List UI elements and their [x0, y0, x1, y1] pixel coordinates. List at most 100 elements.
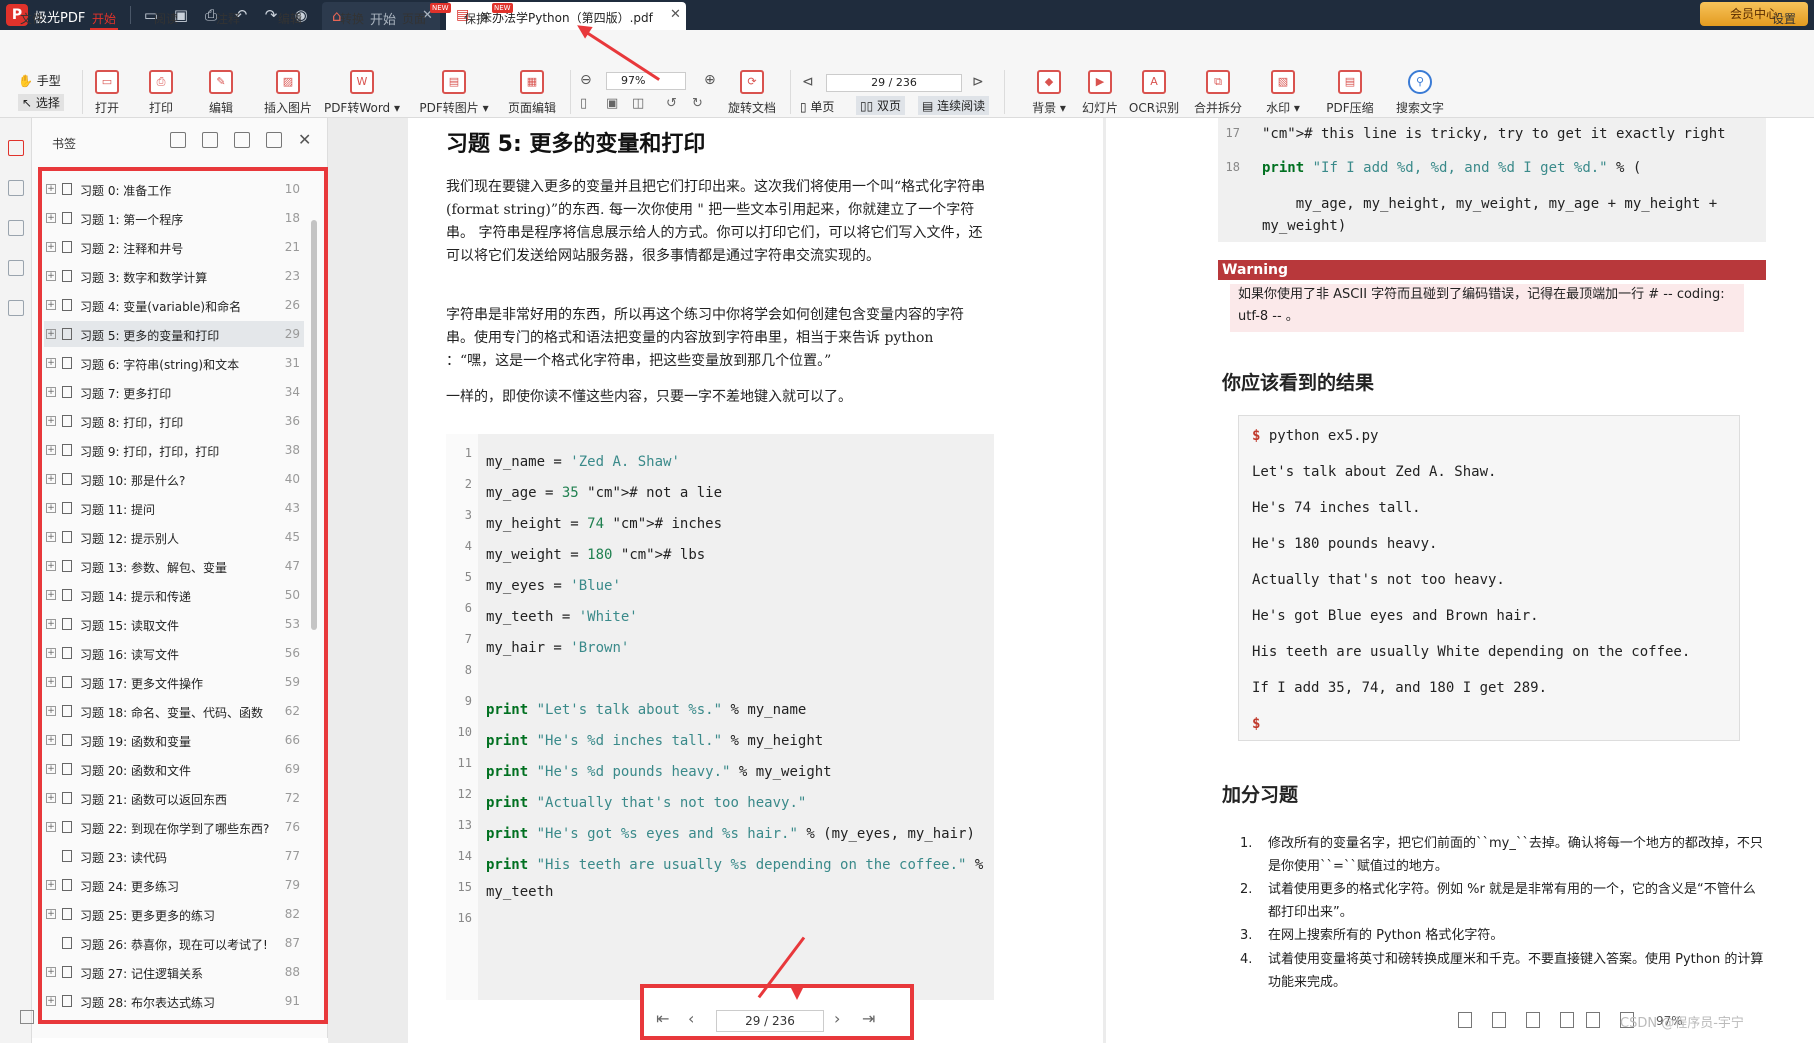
expand-icon[interactable]: + [46, 503, 56, 513]
zoom-out-icon[interactable]: ⊖ [580, 72, 592, 88]
single-page-view-icon[interactable] [1458, 1012, 1472, 1028]
zoom-input[interactable]: 97% [606, 72, 686, 90]
expand-icon[interactable]: + [46, 213, 56, 223]
thumbnail-panel-icon[interactable] [8, 180, 24, 196]
merge-split-button[interactable]: ⧉ 合并拆分 [1192, 70, 1244, 116]
select-tool-button[interactable]: ↖ 选择 [18, 94, 64, 111]
menu-start[interactable]: 开始 [92, 10, 116, 27]
single-page-button[interactable]: ▯ 单页 [800, 98, 834, 115]
expand-icon[interactable]: + [46, 387, 56, 397]
add-bookmark-icon[interactable] [234, 132, 250, 148]
bookmark-item[interactable]: + 习题 4: 变量(variable)和命名 26 [44, 292, 304, 318]
expand-icon[interactable]: + [46, 474, 56, 484]
expand-icon[interactable]: + [46, 590, 56, 600]
menu-settings[interactable]: 设置 [1772, 10, 1796, 27]
hand-tool-button[interactable]: ✋ 手型 [18, 72, 61, 89]
background-button[interactable]: ◆ 背景 ▾ [1024, 70, 1074, 116]
page-number-input[interactable]: 29 / 236 [716, 1010, 824, 1032]
bookmark-item[interactable]: + 习题 5: 更多的变量和打印 29 [44, 321, 304, 347]
double-page-button[interactable]: ▯▯ 双页 [856, 96, 906, 115]
expand-icon[interactable]: + [46, 358, 56, 368]
prev-page-icon[interactable]: ⊲ [802, 74, 814, 90]
text-panel-icon[interactable] [8, 300, 24, 316]
expand-icon[interactable]: + [46, 184, 56, 194]
page-edit-button[interactable]: ▦ 页面编辑 [500, 70, 564, 116]
next-page-icon[interactable]: › [834, 1009, 840, 1028]
rotate-document-button[interactable]: ⟳ 旋转文档 [724, 70, 780, 116]
expand-icon[interactable]: + [46, 445, 56, 455]
collapse-bookmark-icon[interactable] [202, 132, 218, 148]
expand-icon[interactable]: + [46, 619, 56, 629]
menu-edit[interactable]: 编辑 [278, 10, 302, 27]
ocr-button[interactable]: A OCR识别 [1128, 70, 1180, 116]
expand-bookmark-icon[interactable] [170, 132, 186, 148]
bookmark-item[interactable]: + 习题 14: 提示和传递 50 [44, 582, 304, 608]
expand-icon[interactable]: + [46, 909, 56, 919]
continuous-view-icon[interactable] [1586, 1012, 1600, 1028]
search-panel-icon[interactable] [8, 260, 24, 276]
bookmark-item[interactable]: + 习题 12: 提示别人 45 [44, 524, 304, 550]
bookmark-item[interactable]: + 习题 19: 函数和变量 66 [44, 727, 304, 753]
expand-icon[interactable]: + [46, 300, 56, 310]
sidebar-toggle-icon[interactable] [20, 1010, 34, 1024]
expand-icon[interactable]: + [46, 561, 56, 571]
expand-icon[interactable]: + [46, 880, 56, 890]
bookmark-item[interactable]: + 习题 21: 函数可以返回东西 72 [44, 785, 304, 811]
bookmark-item[interactable]: + 习题 9: 打印，打印，打印 38 [44, 437, 304, 463]
expand-icon[interactable]: + [46, 706, 56, 716]
bookmark-item[interactable]: + 习题 28: 布尔表达式练习 91 [44, 988, 304, 1014]
bookmark-item[interactable]: 习题 26: 恭喜你，现在可以考试了! 87 [44, 930, 304, 956]
bookmark-item[interactable]: + 习题 8: 打印，打印 36 [44, 408, 304, 434]
bookmark-item[interactable]: + 习题 13: 参数、解包、变量 47 [44, 553, 304, 579]
expand-icon[interactable]: + [46, 764, 56, 774]
bookmark-item[interactable]: + 习题 7: 更多打印 34 [44, 379, 304, 405]
bookmark-item[interactable]: + 习题 15: 读取文件 53 [44, 611, 304, 637]
expand-icon[interactable]: + [46, 677, 56, 687]
close-icon[interactable]: ✕ [670, 7, 681, 22]
expand-icon[interactable]: + [46, 648, 56, 658]
bookmark-item[interactable]: + 习题 0: 准备工作 10 [44, 176, 304, 202]
zoom-in-icon[interactable]: ⊕ [704, 72, 716, 88]
expand-icon[interactable]: + [46, 822, 56, 832]
sidebar-scrollbar[interactable] [311, 220, 317, 630]
expand-icon[interactable]: + [46, 416, 56, 426]
menu-read[interactable]: 阅读 [154, 10, 178, 27]
menu-protect[interactable]: 保护 [464, 10, 488, 27]
bookmark-item[interactable]: + 习题 2: 注释和井号 21 [44, 234, 304, 260]
actual-size-icon[interactable]: ◫ [632, 96, 644, 111]
bookmark-icon[interactable] [266, 132, 282, 148]
slideshow-button[interactable]: ▶ 幻灯片 [1078, 70, 1122, 116]
bookmark-panel-icon[interactable] [8, 140, 24, 156]
bookmark-item[interactable]: + 习题 11: 提问 43 [44, 495, 304, 521]
menu-annotate[interactable]: 注释 [216, 10, 240, 27]
bookmark-item[interactable]: + 习题 16: 读写文件 56 [44, 640, 304, 666]
expand-icon[interactable]: + [46, 532, 56, 542]
pdf-to-word-button[interactable]: W PDF转Word ▾ [322, 70, 402, 116]
bookmark-item[interactable]: 习题 23: 读代码 77 [44, 843, 304, 869]
close-icon[interactable]: ✕ [298, 130, 311, 149]
expand-icon[interactable]: + [46, 996, 56, 1006]
bookmark-item[interactable]: + 习题 17: 更多文件操作 59 [44, 669, 304, 695]
expand-icon[interactable]: + [46, 735, 56, 745]
bookmark-item[interactable]: + 习题 24: 更多练习 79 [44, 872, 304, 898]
pdf-compress-button[interactable]: ▤ PDF压缩 [1322, 70, 1378, 116]
two-page-icon[interactable] [1560, 1012, 1574, 1028]
bookmark-item[interactable]: + 习题 18: 命名、变量、代码、函数 62 [44, 698, 304, 724]
page-number-input[interactable]: 29 / 236 [826, 74, 962, 92]
first-page-icon[interactable]: ⇤ [656, 1009, 669, 1028]
annotation-panel-icon[interactable] [8, 220, 24, 236]
continuous-read-button[interactable]: ▤ 连续阅读 [918, 96, 990, 115]
fit-page-icon[interactable] [1492, 1012, 1506, 1028]
watermark-button[interactable]: ▧ 水印 ▾ [1258, 70, 1308, 116]
bookmark-item[interactable]: + 习题 1: 第一个程序 18 [44, 205, 304, 231]
fit-width-icon[interactable]: ▯ [580, 96, 587, 111]
fit-width-icon[interactable] [1526, 1012, 1540, 1028]
pdf-to-image-button[interactable]: ▤ PDF转图片 ▾ [414, 70, 494, 116]
bookmark-item[interactable]: + 习题 10: 那是什么? 40 [44, 466, 304, 492]
print-button[interactable]: ⎙ 打印 [144, 70, 178, 116]
expand-icon[interactable]: + [46, 242, 56, 252]
search-text-button[interactable]: ⚲ 搜索文字 [1392, 70, 1448, 116]
fit-page-icon[interactable]: ▣ [606, 96, 618, 111]
prev-page-icon[interactable]: ‹ [688, 1009, 694, 1028]
menu-convert[interactable]: 转换 [340, 10, 364, 27]
